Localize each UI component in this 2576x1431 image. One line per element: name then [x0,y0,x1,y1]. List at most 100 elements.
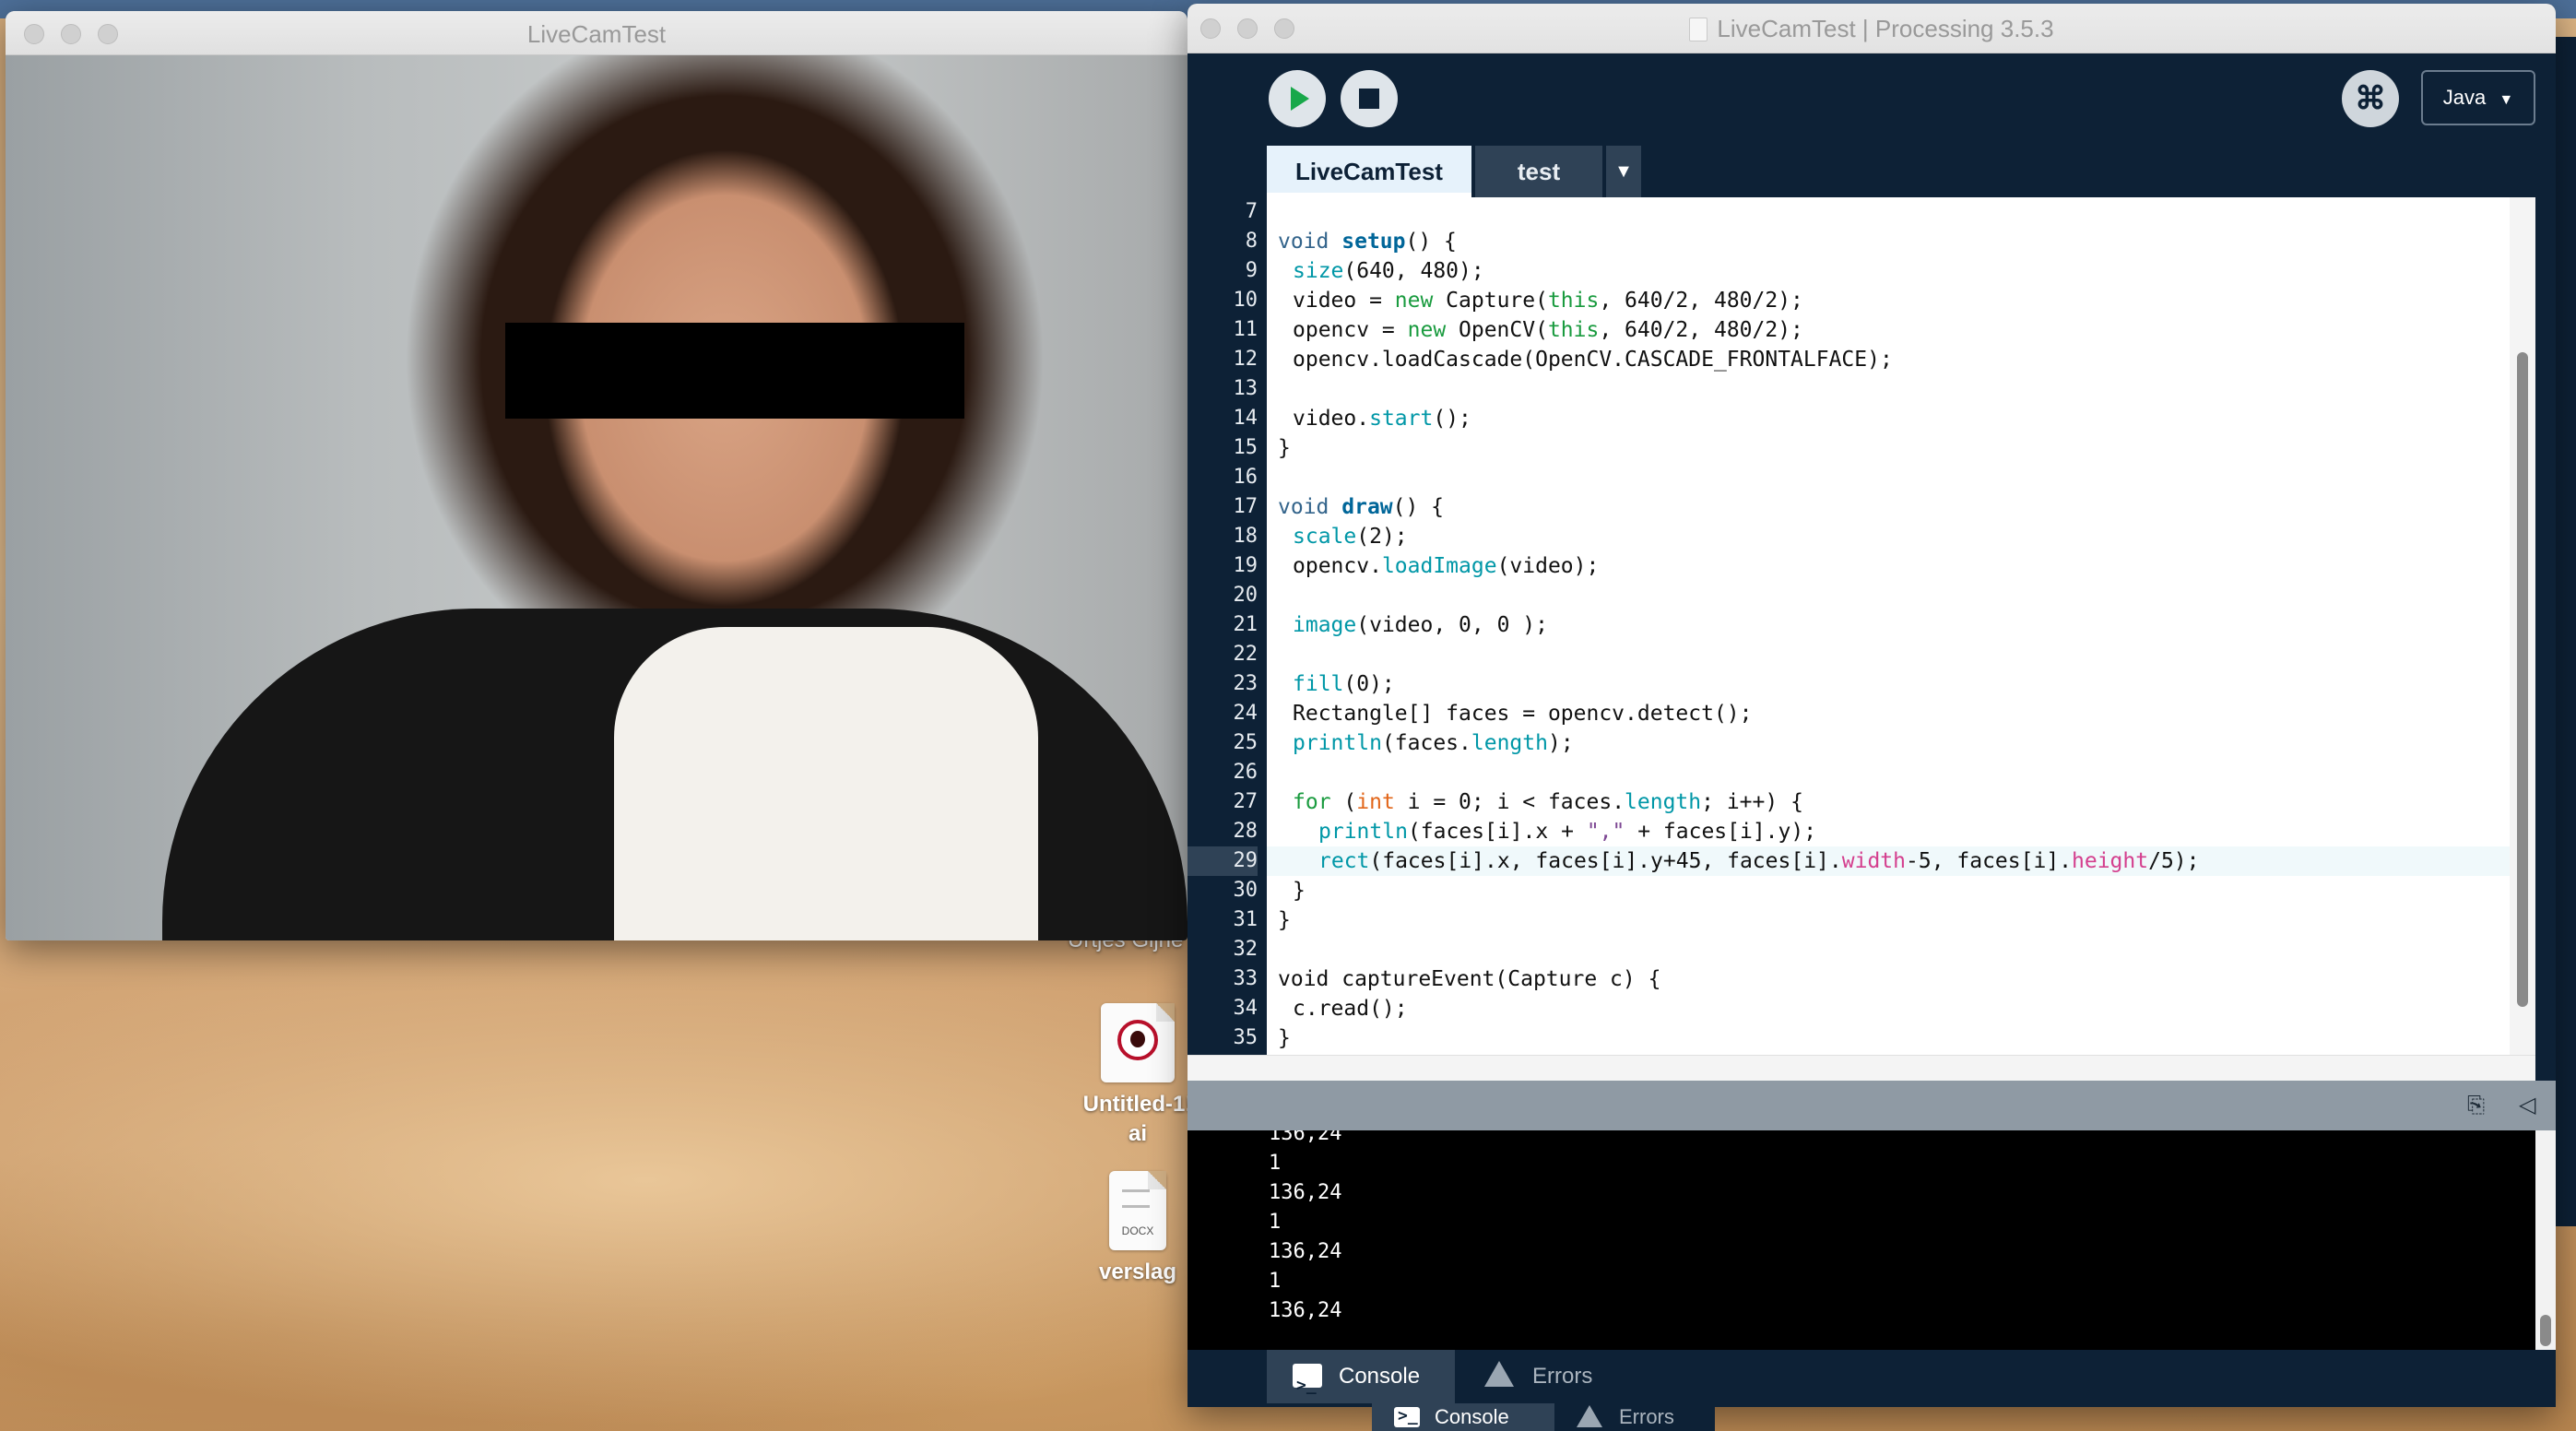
code-token: video. [1293,407,1370,431]
ai-file-icon [1101,1003,1175,1082]
scrollbar-thumb[interactable] [2517,352,2528,1007]
run-button[interactable] [1269,70,1326,127]
tab-menu-button[interactable]: ▼ [1606,146,1641,197]
code-line-current: rect(faces[i].x, faces[i].y+45, faces[i]… [1267,846,2535,876]
camera-window[interactable]: LiveCamTest [6,11,1188,940]
warning-icon [1484,1361,1514,1387]
document-lines-icon [1122,1189,1150,1208]
camera-window-title: LiveCamTest [526,20,667,48]
code-token: new [1394,289,1434,313]
code-token: } [1278,908,1291,932]
code-token: for [1293,790,1331,814]
code-token: ( [1330,790,1357,814]
code-token: (0); [1343,672,1395,696]
line-number: 33 [1233,967,1258,990]
line-number: 31 [1233,908,1258,931]
console-line: 136,24 [1269,1240,1342,1263]
code-line: opencv.loadCascade(OpenCV.CASCADE_FRONTA… [1267,345,2535,374]
code-editor[interactable]: 7 8 9 10 11 12 13 14 15 16 17 18 19 20 2… [1188,197,2535,1081]
code-token: opencv.loadCascade(OpenCV.CASCADE_FRONTA… [1293,348,1893,372]
debug-button[interactable]: ⌘ [2342,70,2399,127]
tab-livecamtest[interactable]: LiveCamTest [1267,146,1471,197]
code-token: fill [1293,672,1344,696]
code-token: (video); [1496,554,1600,578]
play-icon [1291,87,1309,111]
code-token: video = [1293,289,1395,313]
tab-test[interactable]: test [1475,146,1602,197]
camera-window-titlebar[interactable]: LiveCamTest [6,11,1188,55]
code-token: println [1318,820,1408,844]
editor-vertical-scrollbar[interactable] [2510,197,2535,1055]
code-token: ); [1547,731,1574,755]
code-token: setup [1341,230,1406,254]
console-divider[interactable]: ⎘ ◁ [1188,1081,2556,1130]
console-scrollbar[interactable] [2535,1130,2556,1350]
code-token: width [1841,849,1906,873]
editor-horizontal-scrollbar[interactable] [1188,1055,2535,1081]
line-number: 18 [1233,525,1258,548]
line-number: 15 [1233,436,1258,459]
code-token: void [1278,230,1342,254]
ide-title-text: LiveCamTest | Processing 3.5.3 [1717,15,2054,42]
code-token: -5, faces[i]. [1906,849,2073,873]
debug-icon: ⌘ [2355,81,2386,116]
line-number-current: 29 [1188,846,1258,876]
line-number: 19 [1233,554,1258,577]
line-number: 10 [1233,289,1258,312]
code-token: opencv. [1293,554,1382,578]
code-token: void [1278,495,1342,519]
terminal-icon [1293,1359,1322,1407]
terminal-icon [1394,1402,1420,1430]
processing-ide-window[interactable]: LiveCamTest | Processing 3.5.3 ⌘ Java ▼ … [1188,4,2556,1407]
tab-label: Errors [1619,1405,1674,1428]
collapse-icon[interactable]: ◁ [2519,1094,2543,1118]
code-line: video.start(); [1267,404,2535,433]
code-token: println [1293,731,1382,755]
webcam-feed [6,55,1188,940]
mode-selector[interactable]: Java ▼ [2421,70,2535,125]
code-line: image(video, 0, 0 ); [1267,610,2535,640]
code-token: (faces[i].x + [1407,820,1587,844]
line-number: 11 [1233,318,1258,341]
tab-errors-background[interactable]: Errors [1554,1403,1715,1431]
code-token: Capture( [1433,289,1548,313]
line-number: 21 [1233,613,1258,636]
code-token: } [1278,436,1291,460]
code-text-area[interactable]: void setup() { size(640, 480); video = n… [1267,197,2535,1055]
tab-errors[interactable]: Errors [1455,1350,1630,1403]
code-token: int [1356,790,1395,814]
docx-file-icon: DOCX [1109,1171,1166,1250]
code-line: } [1267,876,2535,905]
docx-tag: DOCX [1121,1224,1154,1237]
face-censor-rectangle [505,323,964,419]
line-number: 9 [1245,259,1258,282]
line-number: 27 [1233,790,1258,813]
stop-button[interactable] [1341,70,1398,127]
stop-icon [1359,89,1379,109]
code-line: for (int i = 0; i < faces.length; i++) { [1267,787,2535,817]
ide-toolbar: ⌘ Java ▼ [1188,53,2556,146]
ide-title: LiveCamTest | Processing 3.5.3 [1188,15,2556,43]
background-window-edge [2556,37,2576,1226]
console-output[interactable]: 136,24 1 136,24 1 136,24 1 136,24 [1188,1130,2535,1350]
code-line: opencv.loadImage(video); [1267,551,2535,581]
chevron-down-icon: ▼ [1614,161,1633,182]
code-token: this [1547,289,1600,313]
line-number: 20 [1233,584,1258,607]
code-token: () { [1405,230,1457,254]
scrollbar-thumb[interactable] [2540,1315,2551,1346]
tab-console[interactable]: Console [1267,1350,1455,1407]
code-line: Rectangle[] faces = opencv.detect(); [1267,699,2535,728]
tab-console-background[interactable]: Console [1372,1402,1554,1431]
ide-titlebar[interactable]: LiveCamTest | Processing 3.5.3 [1188,4,2556,53]
code-line: println(faces.length); [1267,728,2535,758]
ide-footer: Console Errors [1188,1350,2556,1407]
code-line: c.read(); [1267,994,2535,1023]
code-token: , 640/2, 480/2); [1599,318,1803,342]
line-number: 17 [1233,495,1258,518]
eye-icon [1117,1020,1158,1060]
line-number: 12 [1233,348,1258,371]
code-line: void setup() { [1267,227,2535,256]
console-line: 1 [1269,1211,1282,1234]
copy-icon[interactable]: ⎘ [2467,1094,2491,1118]
